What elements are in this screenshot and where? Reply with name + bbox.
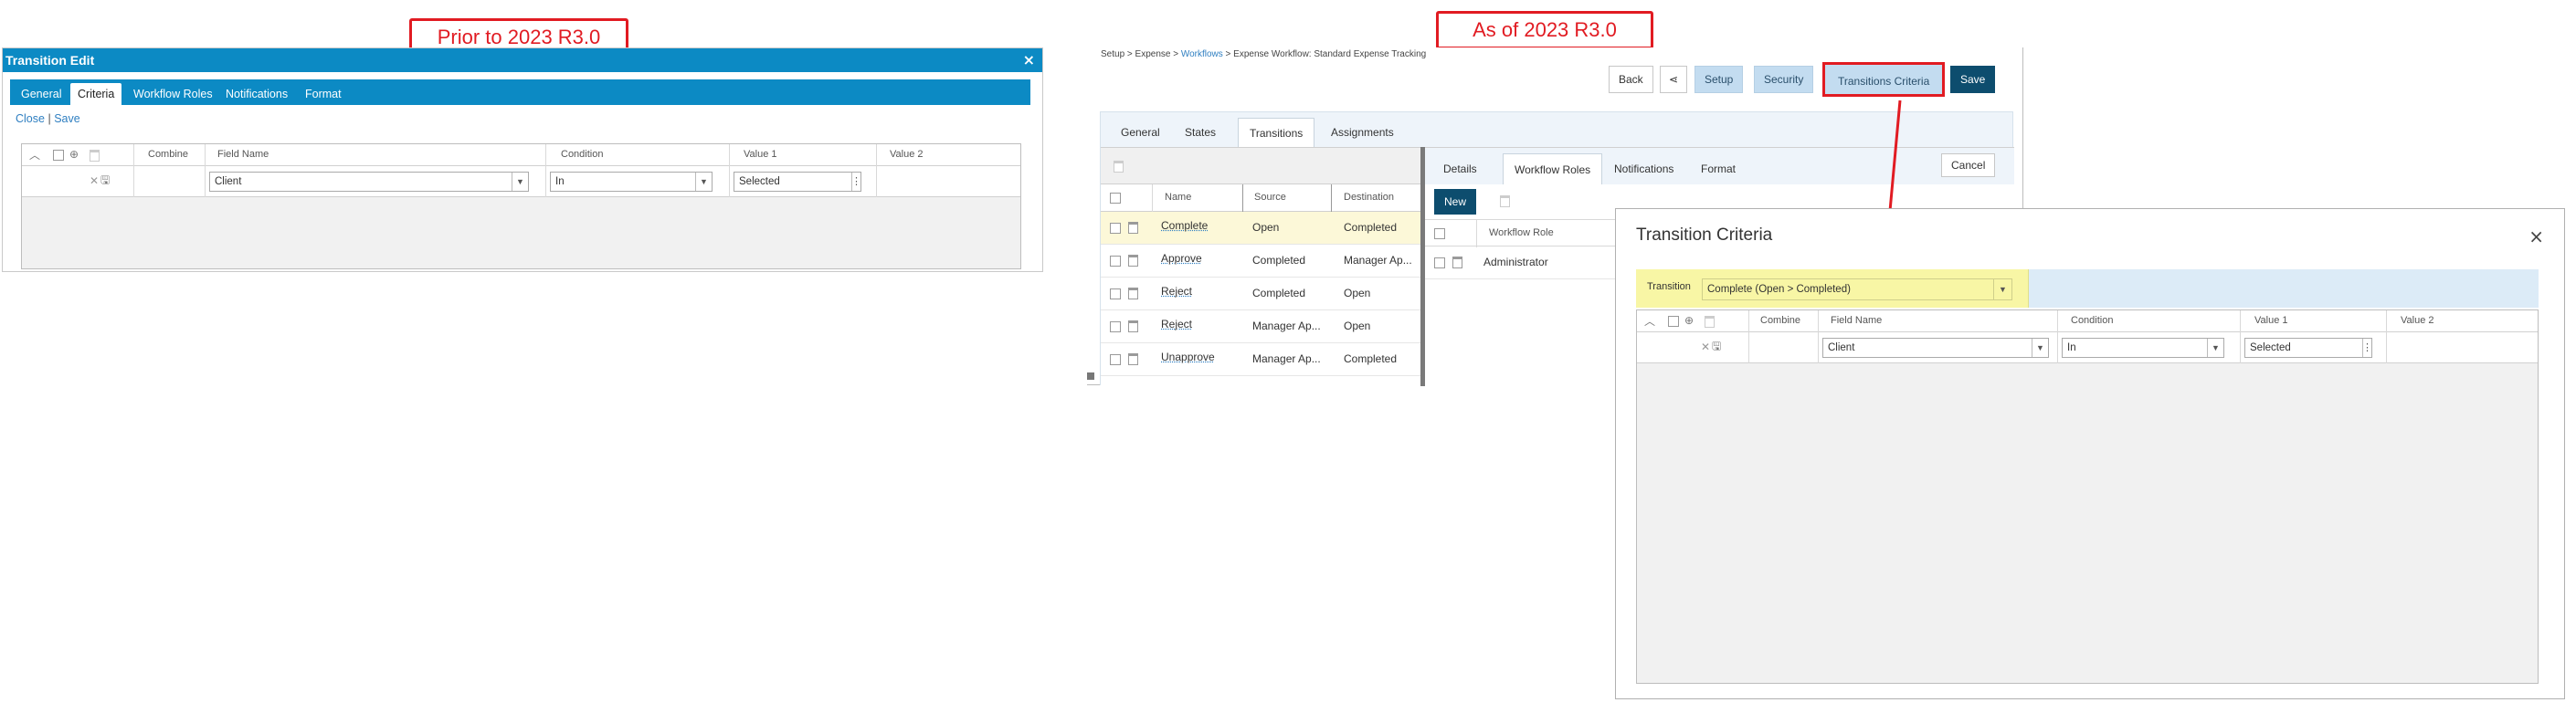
trash-icon[interactable] [1705,316,1715,328]
condition-value: In [2067,342,2076,353]
criteria-grid: ︿ ⊕ Combine Field Name Condition Value 1… [1636,309,2539,684]
header-value-1: Value 1 [2254,315,2288,326]
transition-criteria-dialog: Transition Criteria × Transition Complet… [1615,208,2565,699]
value-1-text: Selected [2250,342,2291,353]
header-value-2: Value 2 [2401,315,2434,326]
floppy-disk-icon[interactable]: 🖫 [1712,341,1721,351]
caret-down-icon[interactable]: ▼ [2207,339,2223,357]
transition-selector-bar: Transition Complete (Open > Completed) ▼ [1636,269,2539,308]
close-icon[interactable]: ✕ [1701,341,1710,352]
select-all-checkbox[interactable] [1668,316,1679,327]
chevron-up-icon[interactable]: ︿ [1644,316,1655,327]
dialog-title: Transition Criteria [1636,225,1773,245]
criteria-row: ✕ 🖫 Client ▼ In ▼ Selected ⋮ [1637,332,2538,363]
transition-value: Complete (Open > Completed) [1707,284,1851,295]
more-vertical-icon[interactable]: ⋮ [2362,339,2372,357]
header-combine: Combine [1760,315,1801,326]
header-condition: Condition [2071,315,2114,326]
value-1-input[interactable]: Selected ⋮ [2244,338,2372,358]
close-icon[interactable]: × [2528,225,2544,247]
caret-down-icon[interactable]: ▼ [2032,339,2048,357]
caret-down-icon[interactable]: ▼ [1993,279,2011,299]
field-name-select[interactable]: Client ▼ [1822,338,2049,358]
grid-header: ︿ ⊕ Combine Field Name Condition Value 1… [1637,310,2538,332]
transition-label: Transition [1647,281,1691,292]
transition-select[interactable]: Complete (Open > Completed) ▼ [1702,278,2012,300]
condition-select[interactable]: In ▼ [2062,338,2224,358]
field-name-value: Client [1828,342,1855,353]
header-field-name: Field Name [1831,315,1883,326]
plus-circle-icon[interactable]: ⊕ [1684,315,1694,326]
